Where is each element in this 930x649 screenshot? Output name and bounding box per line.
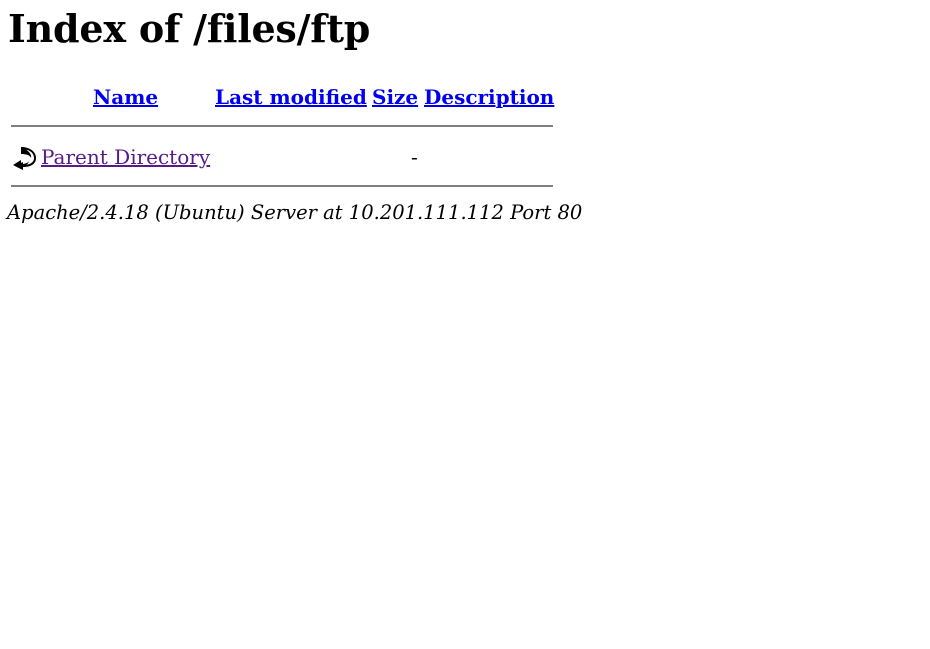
table-divider-top [11,125,553,127]
sort-by-name-link[interactable]: Name [93,84,158,110]
sort-by-last-modified-link[interactable]: Last modified [215,84,367,110]
sort-by-description-link[interactable]: Description [424,84,554,110]
sort-by-size-link[interactable]: Size [372,84,418,110]
page-title: Index of /files/ftp [8,6,371,51]
server-signature: Apache/2.4.18 (Ubuntu) Server at 10.201.… [7,201,583,224]
entry-size: - [411,145,418,169]
table-divider-bottom [11,185,553,187]
directory-listing-page: Index of /files/ftp Name Last modified S… [0,0,930,649]
back-icon [11,146,37,170]
parent-directory-link[interactable]: Parent Directory [41,144,210,170]
